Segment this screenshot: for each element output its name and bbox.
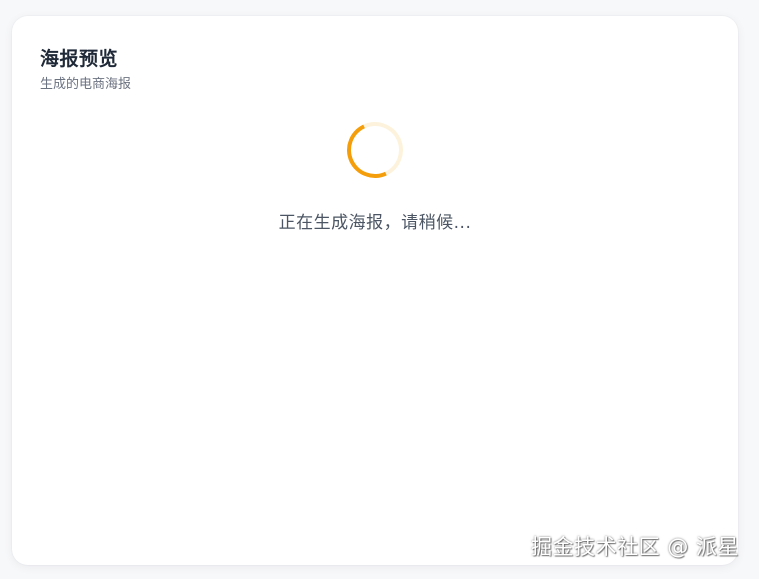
loading-text: 正在生成海报，请稍候... — [278, 213, 472, 233]
card-header: 海报预览 生成的电商海报 — [40, 46, 131, 94]
page: 海报预览 生成的电商海报 正在生成海报，请稍候... 掘金技术社区 @ 派星 — [0, 0, 759, 579]
poster-preview-card: 海报预览 生成的电商海报 正在生成海报，请稍候... — [12, 16, 738, 565]
loading-indicator: 正在生成海报，请稍候... — [12, 114, 738, 233]
card-subtitle: 生成的电商海报 — [40, 77, 132, 92]
watermark: 掘金技术社区 @ 派星 — [531, 535, 739, 559]
loading-spinner-icon — [339, 114, 411, 186]
card-title: 海报预览 — [40, 48, 119, 70]
